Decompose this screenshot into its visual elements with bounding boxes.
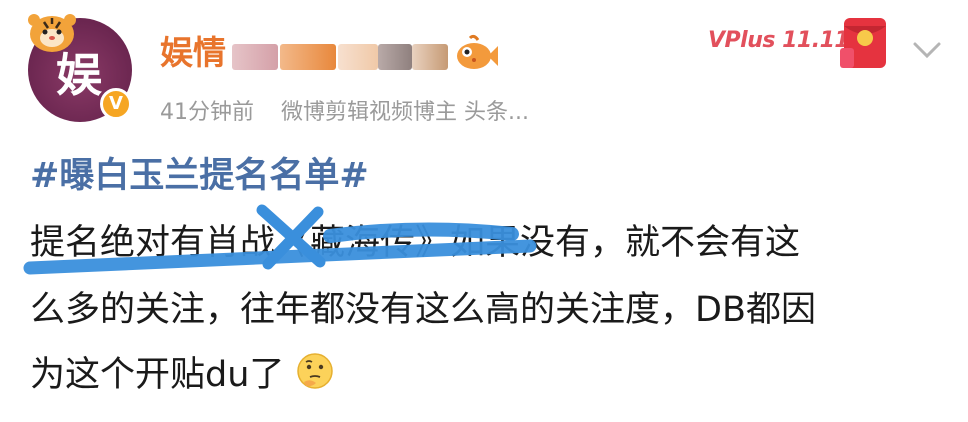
post-text-line: 么多的关注，往年都没有这么高的关注度，DB都因	[30, 290, 816, 330]
avatar-glyph: 娱	[56, 48, 102, 102]
post-text-line: 提名绝对有肖战《藏海传》如果没有，就不会有这	[30, 221, 800, 265]
verified-badge-icon: V	[100, 88, 132, 120]
username-blur	[412, 44, 448, 70]
avatar[interactable]: 娱 V	[28, 14, 132, 122]
author-description: 微博剪辑视频博主 头条...	[281, 100, 529, 125]
hashtag-link[interactable]: #曝白玉兰提名名单#	[30, 154, 369, 198]
weibo-post: 娱 V 娱情 41分钟前 微博剪辑视频博主 头条... VPlus 11.11 …	[0, 0, 968, 422]
post-meta: 41分钟前 微博剪辑视频博主 头条...	[160, 98, 549, 128]
post-text-line: 为这个开贴du了	[30, 352, 334, 397]
username[interactable]: 娱情	[160, 33, 226, 73]
username-blur	[280, 44, 336, 70]
post-text-segment: 如果没有，就不会有这	[450, 223, 801, 263]
red-packet-icon	[840, 18, 886, 68]
username-blur	[232, 44, 278, 70]
struck-text: 提名绝对有肖战《藏海传》	[30, 223, 451, 263]
post-time: 41分钟前	[160, 100, 254, 125]
username-blur	[338, 44, 378, 70]
thinking-face-emoji	[296, 353, 333, 389]
post-text-segment: 为这个开贴du了	[30, 355, 285, 395]
vplus-label: VPlus 11.11	[708, 28, 850, 53]
fish-emoji-icon	[457, 34, 498, 69]
chevron-down-icon[interactable]	[912, 40, 942, 60]
vplus-badge[interactable]: VPlus 11.11	[698, 18, 906, 70]
username-blur	[378, 44, 412, 70]
